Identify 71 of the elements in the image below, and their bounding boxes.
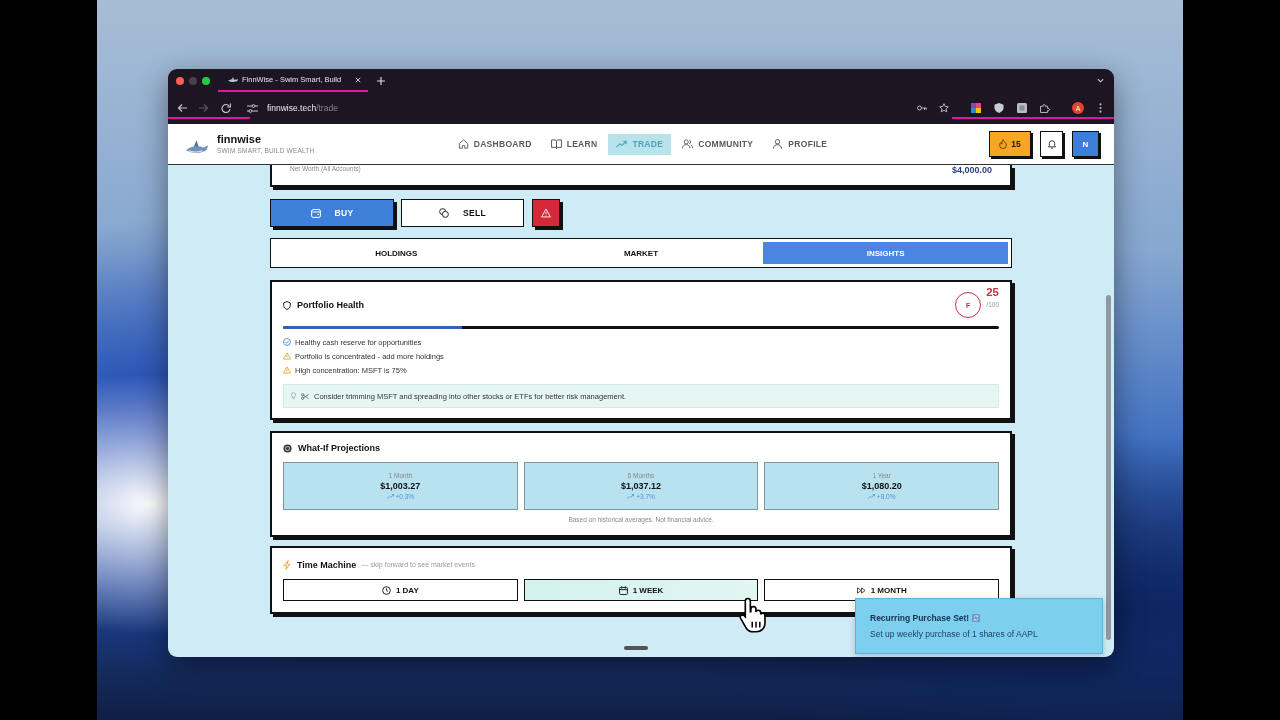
bookmark-star-icon[interactable] <box>939 103 949 113</box>
nav-link[interactable]: COMMUNITY <box>674 133 762 155</box>
site-settings-icon[interactable] <box>247 103 258 113</box>
new-tab-icon[interactable] <box>377 76 385 85</box>
alert-button[interactable] <box>532 199 560 227</box>
target-icon <box>283 443 292 453</box>
nav-link[interactable]: DASHBOARD <box>449 133 540 155</box>
notifications-button[interactable] <box>1040 131 1063 157</box>
wallet-icon <box>310 208 321 218</box>
projection-value: $1,037.12 <box>620 481 661 491</box>
nav-link[interactable]: PROFILE <box>764 133 836 155</box>
flame-icon <box>999 139 1008 149</box>
drag-handle[interactable] <box>624 646 648 650</box>
users-icon <box>682 139 694 149</box>
card-title: Time Machine <box>297 559 357 570</box>
net-worth-value: $4,000.00 <box>951 165 992 175</box>
time-skip-button[interactable]: 1 MONTH <box>764 579 999 601</box>
streak-button[interactable]: 15 <box>989 131 1031 157</box>
shield-icon[interactable] <box>994 103 1004 113</box>
book-icon <box>550 139 562 149</box>
buy-button[interactable]: BUY <box>270 199 394 227</box>
coins-icon <box>439 208 450 218</box>
fast-forward-icon <box>856 585 866 595</box>
projection-value: $1,003.27 <box>380 481 421 491</box>
trend-up-icon <box>616 139 628 149</box>
lightning-icon <box>283 559 291 570</box>
puzzle-icon[interactable] <box>1040 103 1050 113</box>
tab[interactable]: MARKET <box>518 242 764 264</box>
repeat-icon <box>972 614 981 622</box>
lightbulb-icon <box>291 392 296 400</box>
nav-link[interactable]: LEARN <box>542 133 606 155</box>
avatar-button[interactable]: N <box>1072 131 1099 157</box>
back-arrow-icon[interactable] <box>177 103 187 113</box>
brand-name: finnwise <box>217 133 262 145</box>
calendar-icon <box>618 585 628 595</box>
more-menu-icon[interactable] <box>1099 103 1102 113</box>
tab[interactable]: INSIGHTS <box>763 242 1008 264</box>
shield-icon <box>283 300 291 310</box>
bell-icon <box>1047 139 1056 149</box>
trend-up-icon <box>867 494 875 499</box>
sell-button[interactable]: SELL <box>401 199 524 227</box>
trend-up-icon <box>627 494 635 499</box>
home-icon <box>457 139 469 149</box>
time-skip-button[interactable]: 1 DAY <box>283 579 518 601</box>
time-skip-button[interactable]: 1 WEEK <box>523 579 759 601</box>
toast-title: Recurring Purchase Set! <box>870 613 970 623</box>
address-field[interactable]: finnwise.tech/trade <box>267 103 338 113</box>
warning-icon <box>283 366 291 374</box>
tab[interactable]: HOLDINGS <box>274 242 519 264</box>
health-score: 25 <box>986 286 999 299</box>
clock-icon <box>381 585 391 595</box>
reload-icon[interactable] <box>221 103 231 113</box>
close-tab-icon[interactable] <box>355 76 361 83</box>
scrollbar-thumb[interactable] <box>1106 295 1111 640</box>
scissors-icon <box>301 392 309 400</box>
chevron-down-icon[interactable] <box>1097 78 1104 83</box>
check-circle-icon <box>283 338 291 346</box>
maximize-window-button[interactable] <box>202 76 210 85</box>
trend-up-icon <box>386 494 394 499</box>
shark-favicon-icon <box>228 76 238 83</box>
key-icon[interactable] <box>917 103 927 113</box>
close-window-button[interactable] <box>176 76 184 85</box>
card-title: What-If Projections <box>298 443 380 453</box>
shark-logo-icon <box>186 139 208 155</box>
warning-icon <box>541 208 551 218</box>
card-title: Portfolio Health <box>297 300 364 310</box>
extension-icon[interactable] <box>971 103 981 113</box>
projection-value: $1,080.20 <box>861 481 902 491</box>
person-icon <box>772 139 784 149</box>
warning-icon <box>283 352 291 360</box>
toast-message: Set up weekly purchase of 1 shares of AAPL <box>870 629 1039 639</box>
